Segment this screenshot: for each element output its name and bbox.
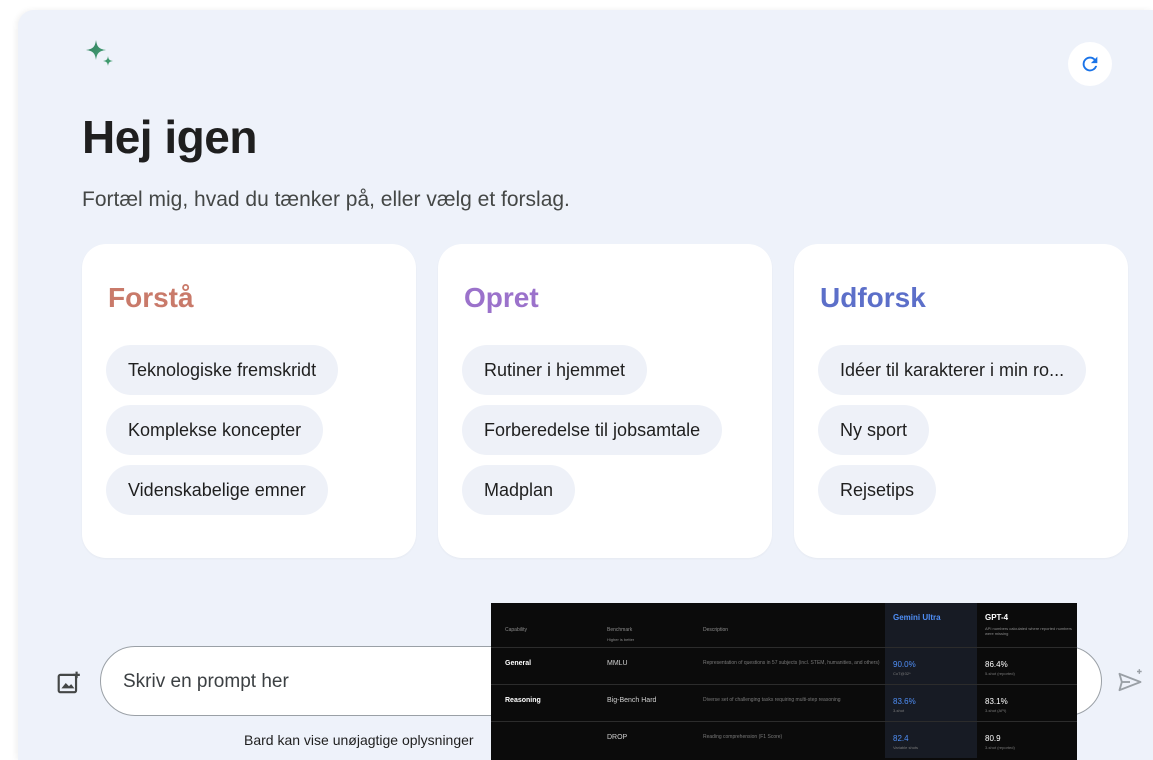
suggestion-card-opret: Opret Rutiner i hjemmet Forberedelse til… <box>438 244 772 558</box>
benchmark-table-overlay: Capability Benchmark Higher is better Des… <box>491 603 1077 760</box>
capability-cell: General <box>491 646 607 684</box>
benchmark-cell: DROP <box>607 720 703 758</box>
gpt-note: 3-shot (reported) <box>985 744 1015 750</box>
suggestion-chip[interactable]: Ny sport <box>818 405 930 455</box>
refresh-button[interactable] <box>1068 42 1112 86</box>
gemini-cell: 82.4 Variable shots <box>885 720 977 758</box>
sparkle-icon <box>86 40 113 66</box>
capability-cell: Reasoning <box>491 683 607 721</box>
gpt-cell: 80.9 3-shot (reported) <box>977 720 1077 758</box>
image-upload-icon[interactable] <box>56 670 82 696</box>
table-header-row: Capability Benchmark Higher is better Des… <box>491 603 1077 647</box>
header-benchmark-sub: Higher is better <box>607 637 635 642</box>
suggestion-chip[interactable]: Rutiner i hjemmet <box>462 345 648 395</box>
table-row: General MMLU Representation of questions… <box>491 646 1077 684</box>
table-row: DROP Reading comprehension (F1 Score) 82… <box>491 720 1077 758</box>
gemini-note: CoT@32* <box>893 670 911 676</box>
gpt-score: 86.4% <box>985 659 1008 669</box>
card-title: Opret <box>464 282 539 313</box>
header-gpt-sub: API numbers calculated where reported nu… <box>985 626 1072 636</box>
gpt-score: 83.1% <box>985 696 1008 706</box>
suggestion-chip[interactable]: Videnskabelige emner <box>106 465 328 515</box>
gemini-cell: 83.6% 3-shot <box>885 683 977 721</box>
suggestion-chip[interactable]: Idéer til karakterer i min ro... <box>818 345 1087 395</box>
suggestion-chip[interactable]: Komplekse koncepter <box>106 405 324 455</box>
card-title: Forstå <box>108 282 194 313</box>
refresh-icon <box>1082 56 1098 72</box>
gpt-note: 3-shot (API) <box>985 707 1007 713</box>
benchmark-cell: MMLU <box>607 646 703 684</box>
header-gpt: GPT-4 API numbers calculated where report… <box>977 603 1077 647</box>
card-title: Udforsk <box>820 282 926 313</box>
greeting-title: Hej igen <box>82 111 257 163</box>
capability-cell <box>491 720 607 758</box>
header-description: Description <box>703 627 729 633</box>
gemini-score: 82.4 <box>893 733 909 743</box>
header-gpt-label: GPT-4 <box>985 613 1009 622</box>
suggestion-chip[interactable]: Teknologiske fremskridt <box>106 345 339 395</box>
gemini-note: 3-shot <box>893 707 905 713</box>
header-benchmark: Benchmark Higher is better <box>607 603 703 647</box>
gemini-cell: 90.0% CoT@32* <box>885 646 977 684</box>
header-benchmark-label: Benchmark <box>607 627 633 633</box>
description-cell: Representation of questions in 57 subjec… <box>703 646 885 684</box>
gemini-score: 83.6% <box>893 696 916 706</box>
header-gemini: Gemini Ultra <box>885 603 977 647</box>
suggestion-card-forsta: Forstå Teknologiske fremskridt Komplekse… <box>82 244 416 558</box>
suggestion-chip[interactable]: Rejsetips <box>818 465 937 515</box>
suggestion-chip[interactable]: Forberedelse til jobsamtale <box>462 405 723 455</box>
table-row: Reasoning Big-Bench Hard Diverse set of … <box>491 683 1077 721</box>
gemini-score: 90.0% <box>893 659 916 669</box>
gpt-cell: 86.4% 5-shot (reported) <box>977 646 1077 684</box>
suggestion-card-udforsk: Udforsk Idéer til karakterer i min ro...… <box>794 244 1128 558</box>
send-icon[interactable] <box>1116 668 1144 696</box>
gemini-note: Variable shots <box>893 744 919 750</box>
benchmark-table: Capability Benchmark Higher is better Des… <box>491 603 1077 758</box>
gpt-note: 5-shot (reported) <box>985 670 1015 676</box>
description-cell: Reading comprehension (F1 Score) <box>703 720 885 758</box>
suggestion-chip[interactable]: Madplan <box>462 465 576 515</box>
gpt-cell: 83.1% 3-shot (API) <box>977 683 1077 721</box>
gpt-score: 80.9 <box>985 733 1001 743</box>
header-capability: Capability <box>505 627 527 633</box>
disclaimer-text: Bard kan vise unøjagtige oplysninger <box>244 732 474 748</box>
description-cell: Diverse set of challenging tasks requiri… <box>703 683 885 721</box>
greeting-subtitle: Fortæl mig, hvad du tænker på, eller væl… <box>82 188 570 211</box>
benchmark-cell: Big-Bench Hard <box>607 683 703 721</box>
